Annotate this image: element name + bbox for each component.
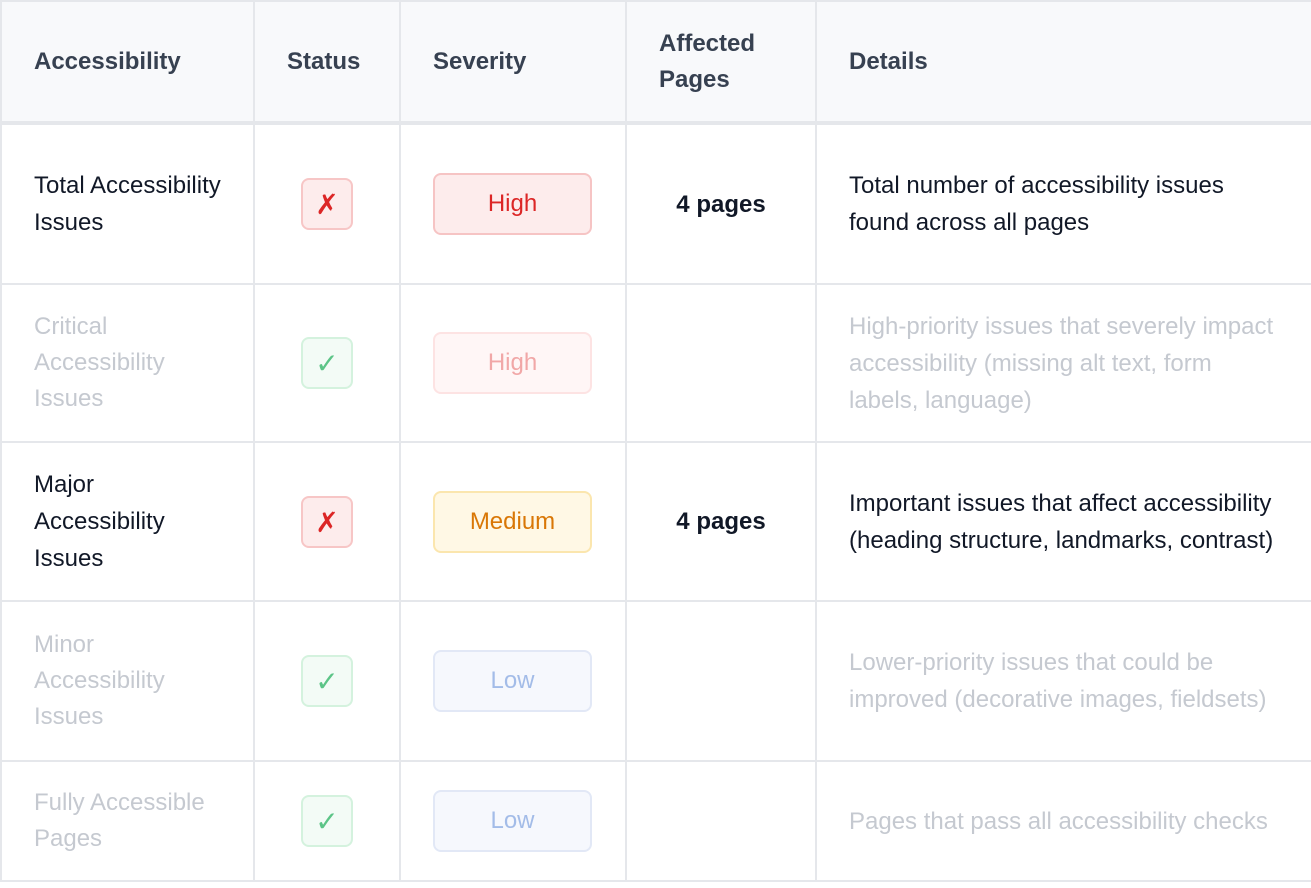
affected-pages-value xyxy=(625,600,817,762)
status-cell: ✗ xyxy=(253,122,401,285)
accessibility-report-table: Accessibility Status Severity Affected P… xyxy=(0,0,1311,882)
table-row-minor-issues: Minor Accessibility Issues ✓ Low Lower-p… xyxy=(0,600,1311,762)
severity-cell: High xyxy=(399,283,627,443)
status-cell: ✓ xyxy=(253,600,401,762)
header-details: Details xyxy=(815,0,1311,125)
severity-badge-low: Low xyxy=(433,650,592,712)
status-cell: ✗ xyxy=(253,441,401,602)
severity-cell: Low xyxy=(399,600,627,762)
severity-badge-medium: Medium xyxy=(433,490,592,553)
affected-pages-value xyxy=(625,760,817,882)
table-row-total-issues: Total Accessibility Issues ✗ High 4 page… xyxy=(0,122,1311,285)
row-details: High-priority issues that severely impac… xyxy=(815,283,1311,443)
check-icon: ✓ xyxy=(301,337,353,389)
row-name: Minor Accessibility Issues xyxy=(0,600,255,762)
table-row-critical-issues: Critical Accessibility Issues ✓ High Hig… xyxy=(0,283,1311,443)
status-cell: ✓ xyxy=(253,760,401,882)
severity-badge-low: Low xyxy=(433,790,592,852)
severity-cell: High xyxy=(399,122,627,285)
table-row-fully-accessible: Fully Accessible Pages ✓ Low Pages that … xyxy=(0,760,1311,882)
x-icon: ✗ xyxy=(301,495,353,548)
severity-cell: Low xyxy=(399,760,627,882)
affected-pages-value: 4 pages xyxy=(625,441,817,602)
row-name: Total Accessibility Issues xyxy=(0,122,255,285)
header-severity: Severity xyxy=(399,0,627,125)
severity-badge-high: High xyxy=(433,173,592,235)
check-icon: ✓ xyxy=(301,795,353,847)
severity-cell: Medium xyxy=(399,441,627,602)
header-status: Status xyxy=(253,0,401,125)
row-name: Critical Accessibility Issues xyxy=(0,283,255,443)
severity-badge-high: High xyxy=(433,332,592,394)
header-affected-pages: Affected Pages xyxy=(625,0,817,125)
row-name: Fully Accessible Pages xyxy=(0,760,255,882)
header-accessibility: Accessibility xyxy=(0,0,255,125)
row-details: Important issues that affect accessibili… xyxy=(815,441,1311,602)
row-details: Total number of accessibility issues fou… xyxy=(815,122,1311,285)
table-header-row: Accessibility Status Severity Affected P… xyxy=(0,0,1311,125)
x-icon: ✗ xyxy=(301,178,353,230)
row-name: Major Accessibility Issues xyxy=(0,441,255,602)
check-icon: ✓ xyxy=(301,655,353,707)
status-cell: ✓ xyxy=(253,283,401,443)
row-details: Lower-priority issues that could be impr… xyxy=(815,600,1311,762)
affected-pages-value xyxy=(625,283,817,443)
affected-pages-value: 4 pages xyxy=(625,122,817,285)
row-details: Pages that pass all accessibility checks xyxy=(815,760,1311,882)
table-row-major-issues: Major Accessibility Issues ✗ Medium 4 pa… xyxy=(0,441,1311,602)
